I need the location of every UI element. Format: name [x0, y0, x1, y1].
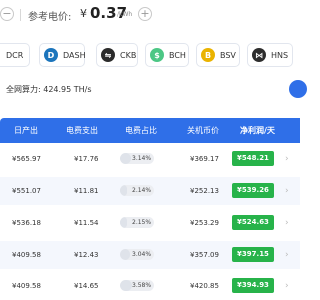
hns-icon: ⋈ — [252, 48, 266, 62]
header-electricity-cost[interactable]: 电费支出 — [66, 125, 98, 136]
side-action-button[interactable] — [289, 80, 307, 98]
daily-output: ¥536.18 — [12, 219, 41, 227]
dash-icon: D — [44, 48, 58, 62]
price-currency: ¥ — [80, 7, 87, 20]
coin-name: HNS — [271, 50, 289, 60]
cost-ratio-bar: 3.58% — [120, 280, 154, 291]
shutdown-price: ¥357.09 — [190, 251, 219, 259]
coin-chip-dash[interactable]: D DASH — [39, 43, 86, 67]
header-cost-ratio[interactable]: 电费占比 — [125, 125, 157, 136]
cost-ratio-bar: 3.04% — [120, 249, 154, 260]
bch-icon: $ — [150, 48, 164, 62]
electricity-cost: ¥12.43 — [74, 251, 99, 259]
shutdown-price: ¥252.13 — [190, 187, 219, 195]
cost-ratio-text: 3.14% — [132, 155, 152, 162]
coin-chip-dcr[interactable]: DCR — [0, 43, 30, 67]
coin-chip-bch[interactable]: $ BCH — [145, 43, 189, 67]
header-net-profit[interactable]: 净利润/天 — [240, 125, 275, 136]
table-row[interactable]: ¥536.18 ¥11.54 2.15% ¥253.29 ¥524.63 › — [0, 209, 300, 237]
cost-ratio-bar: 3.14% — [120, 153, 154, 164]
daily-output: ¥409.58 — [12, 251, 41, 259]
shutdown-price: ¥420.85 — [190, 282, 219, 290]
electricity-cost: ¥14.65 — [74, 282, 99, 290]
table-row[interactable]: ¥565.97 ¥17.76 3.14% ¥369.17 ¥548.21 › — [0, 145, 300, 173]
chevron-right-icon: › — [285, 281, 289, 291]
coin-chip-hns[interactable]: ⋈ HNS — [247, 43, 293, 67]
header-daily-output[interactable]: 日产出 — [14, 125, 38, 136]
electricity-cost: ¥11.81 — [74, 187, 99, 195]
chevron-right-icon: › — [285, 154, 289, 164]
price-unit: /kWh — [117, 11, 133, 18]
net-profit-badge: ¥548.21 — [232, 151, 274, 166]
cost-ratio-text: 2.14% — [132, 187, 152, 194]
cost-ratio-text: 3.04% — [132, 251, 152, 258]
chevron-right-icon: › — [285, 250, 289, 260]
coin-name: BSV — [220, 50, 236, 60]
daily-output: ¥551.07 — [12, 187, 41, 195]
price-label: 参考电价: — [28, 12, 72, 23]
cost-ratio-bar: 2.15% — [120, 217, 154, 228]
coin-chip-ckb[interactable]: ⇋ CKB — [96, 43, 138, 67]
electricity-cost: ¥11.54 — [74, 219, 99, 227]
cost-ratio-bar: 2.14% — [120, 185, 154, 196]
daily-output: ¥409.58 — [12, 282, 41, 290]
bsv-icon: B — [201, 48, 215, 62]
table-header: 日产出 电费支出 电费占比 关机币价 净利润/天 — [0, 118, 300, 143]
net-profit-badge: ¥397.15 — [232, 247, 274, 262]
table-row[interactable]: ¥409.58 ¥12.43 3.04% ¥357.09 ¥397.15 › — [0, 241, 300, 269]
coin-name: CKB — [120, 50, 137, 60]
net-profit-badge: ¥524.63 — [232, 215, 274, 230]
divider — [20, 9, 21, 21]
net-profit-badge: ¥394.93 — [232, 278, 274, 293]
daily-output: ¥565.97 — [12, 155, 41, 163]
coin-name: DASH — [63, 50, 86, 60]
coin-chip-bsv[interactable]: B BSV — [196, 43, 240, 67]
decrease-price-button[interactable]: − — [0, 7, 14, 21]
table-row[interactable]: ¥551.07 ¥11.81 2.14% ¥252.13 ¥539.26 › — [0, 177, 300, 205]
cost-ratio-text: 2.15% — [132, 219, 152, 226]
electricity-cost: ¥17.76 — [74, 155, 99, 163]
coin-name: DCR — [6, 50, 24, 60]
coin-filter-bar: DCR D DASH ⇋ CKB $ BCH B BSV ⋈ HNS — [0, 43, 300, 69]
cost-ratio-text: 3.58% — [132, 282, 152, 289]
increase-price-button[interactable]: + — [138, 7, 152, 21]
electricity-price-bar: − 参考电价: ¥ 0.37 /kWh + — [0, 0, 300, 30]
coin-name: BCH — [169, 50, 186, 60]
chevron-right-icon: › — [285, 218, 289, 228]
header-shutdown-price[interactable]: 关机币价 — [187, 125, 219, 136]
ckb-icon: ⇋ — [101, 48, 115, 62]
net-profit-badge: ¥539.26 — [232, 183, 274, 198]
shutdown-price: ¥369.17 — [190, 155, 219, 163]
shutdown-price: ¥253.29 — [190, 219, 219, 227]
chevron-right-icon: › — [285, 186, 289, 196]
table-row[interactable]: ¥409.58 ¥14.65 3.58% ¥420.85 ¥394.93 › — [0, 272, 300, 300]
network-hashrate: 全网算力: 424.95 TH/s — [6, 85, 92, 94]
